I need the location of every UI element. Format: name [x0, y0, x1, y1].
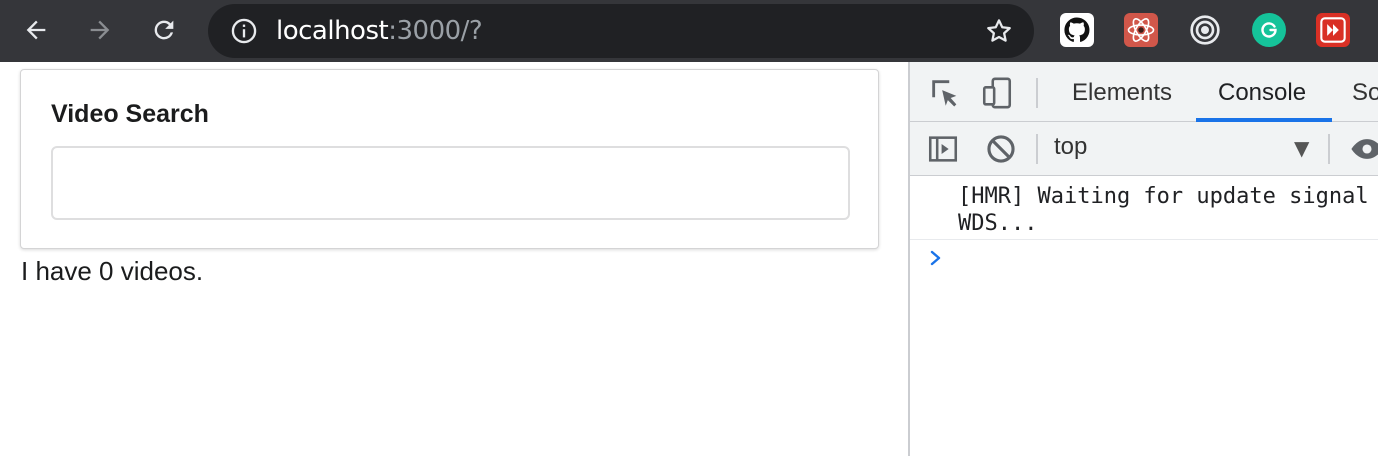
toolbar-separator — [1036, 134, 1038, 164]
grammarly-icon[interactable] — [1252, 13, 1286, 47]
video-search-input[interactable] — [51, 146, 850, 220]
console-message: [HMR] Waiting for update signal WDS... — [910, 176, 1378, 240]
inspect-element-icon[interactable] — [928, 76, 962, 110]
reload-icon — [154, 20, 174, 40]
address-bar[interactable]: localhost:3000/? — [208, 4, 1034, 58]
tab-elements[interactable]: Elements — [1072, 79, 1172, 107]
search-card: Video Search — [20, 69, 879, 249]
page-viewport: Video Search I have 0 videos. — [0, 62, 908, 456]
target-icon[interactable] — [1188, 13, 1222, 47]
url-path: :3000/? — [388, 16, 483, 46]
react-devtools-icon[interactable] — [1124, 13, 1158, 47]
dropdown-arrow-icon: ▼ — [1294, 136, 1310, 160]
context-selector-label: top — [1054, 133, 1088, 160]
red-play-icon[interactable] — [1316, 13, 1350, 47]
toolbar-separator-2 — [1328, 134, 1330, 164]
url-text: localhost:3000/? — [276, 15, 483, 47]
browser-toolbar: localhost:3000/? — [0, 0, 1378, 62]
tab-separator — [1036, 78, 1038, 108]
console-message-text: [HMR] Waiting for update signal WDS... — [958, 184, 1369, 236]
show-sidebar-icon[interactable] — [926, 132, 960, 166]
reload-button[interactable] — [144, 10, 184, 50]
eye-icon[interactable] — [1350, 132, 1378, 166]
arrow-left-icon — [26, 20, 46, 40]
url-host: localhost — [276, 16, 389, 46]
video-search-label: Video Search — [51, 100, 209, 128]
info-icon[interactable] — [230, 17, 258, 45]
arrow-right-icon — [90, 20, 110, 40]
tab-sources[interactable]: So — [1352, 79, 1378, 107]
devtools-tab-bar: Elements Console So — [910, 62, 1378, 122]
device-toolbar-icon[interactable] — [980, 76, 1014, 110]
forward-button[interactable] — [80, 10, 120, 50]
star-icon[interactable] — [984, 16, 1014, 46]
clear-console-icon[interactable] — [984, 132, 1018, 166]
video-count-text: I have 0 videos. — [21, 256, 204, 286]
devtools-panel: Elements Console So top ▼ [HMR] Waiting … — [908, 62, 1378, 456]
github-icon[interactable] — [1060, 13, 1094, 47]
console-prompt-icon[interactable] — [926, 248, 946, 268]
tab-console[interactable]: Console — [1218, 79, 1306, 107]
console-toolbar: top ▼ — [910, 122, 1378, 176]
back-button[interactable] — [16, 10, 56, 50]
